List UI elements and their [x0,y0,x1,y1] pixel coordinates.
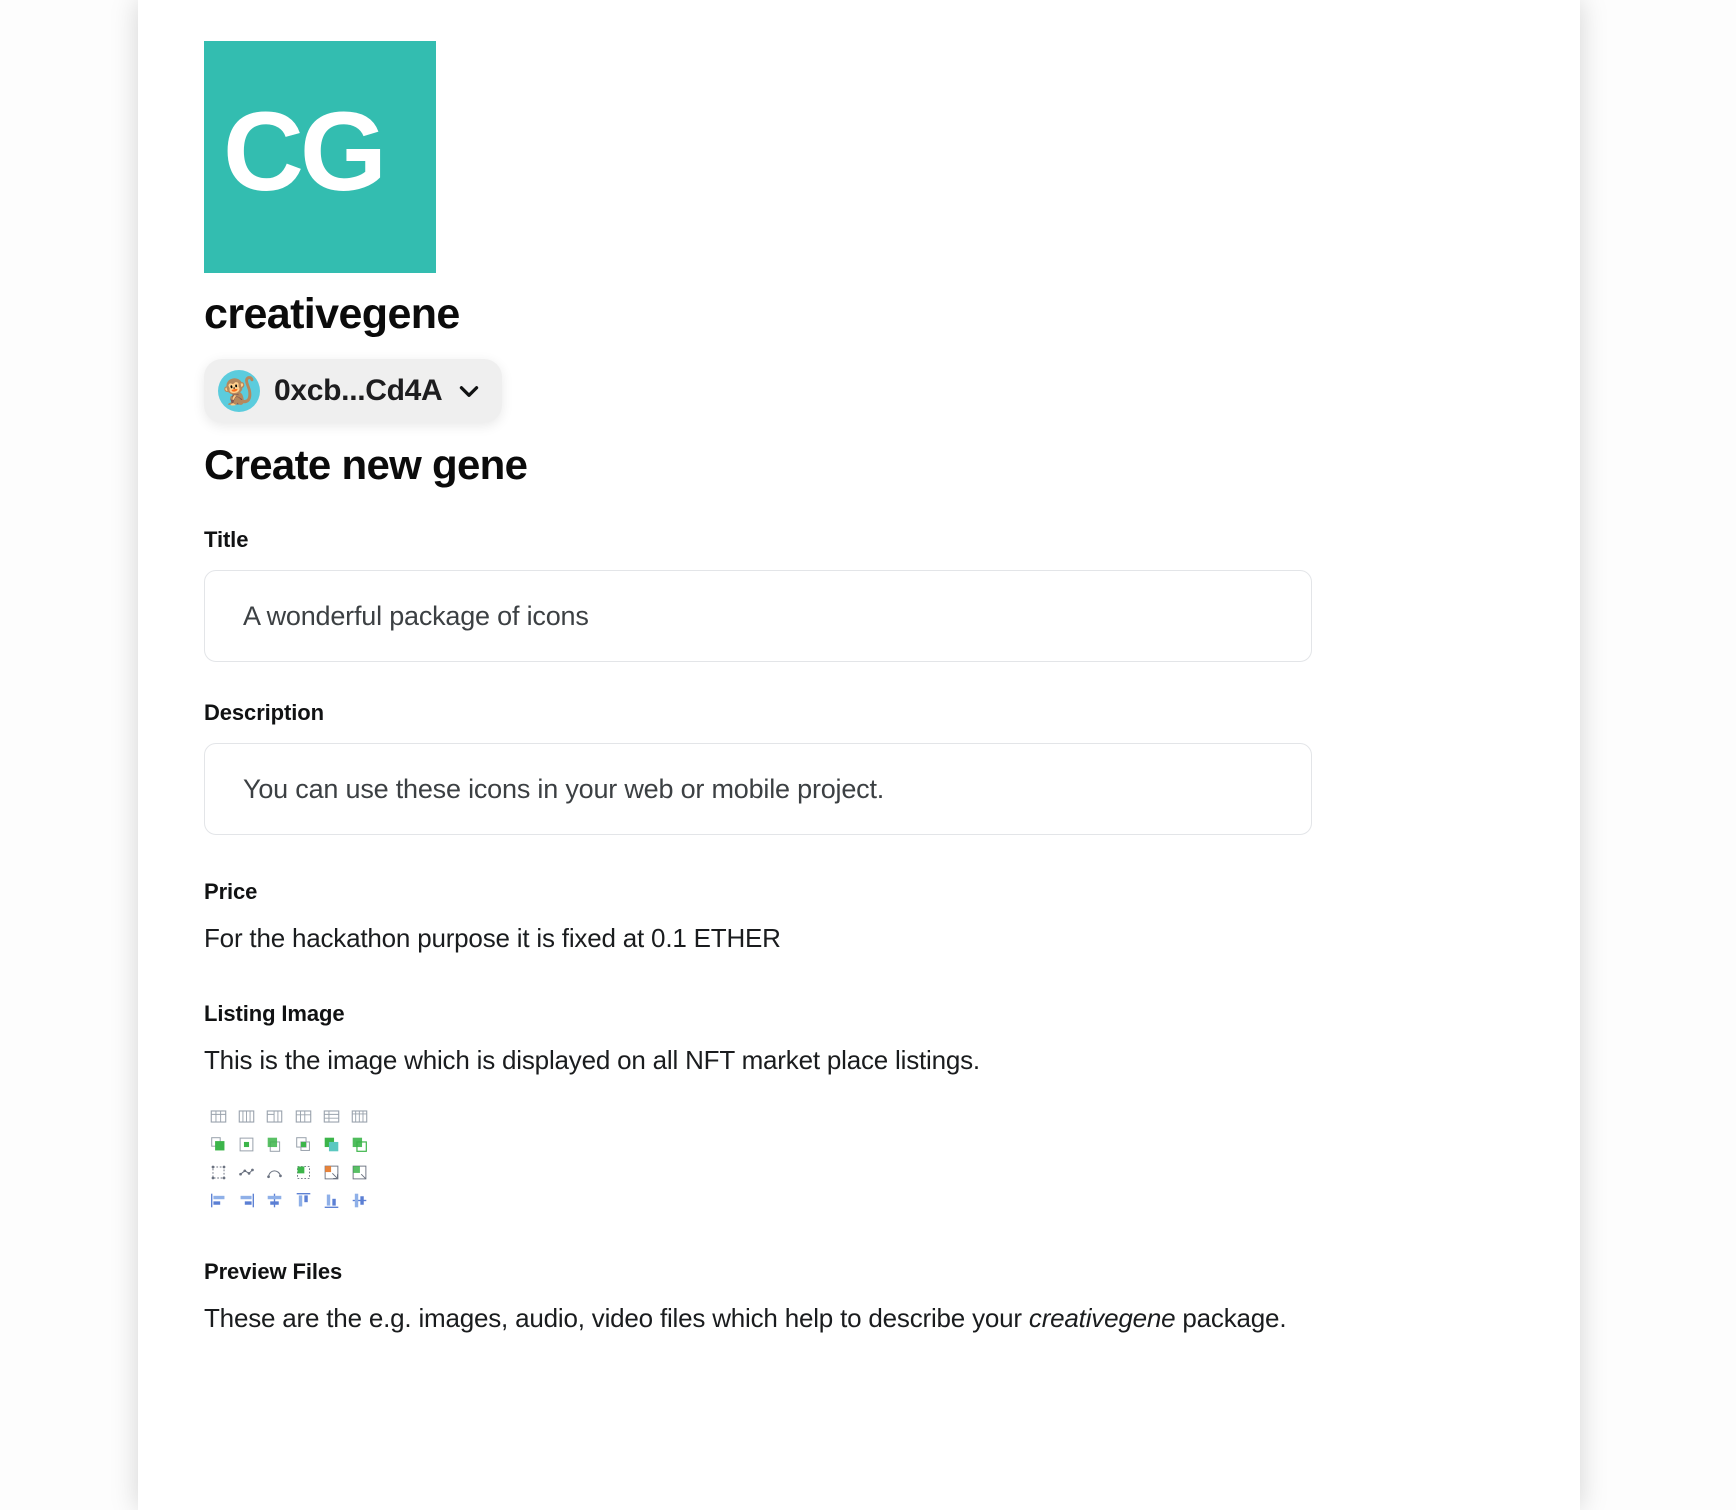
title-field-label: Title [204,527,249,553]
listing-image-thumbnail[interactable] [204,1103,374,1215]
shape-merge-icon [353,1138,368,1153]
align-top-icon [296,1193,310,1207]
dense-grid-icon [352,1110,368,1124]
resize-corner-icon [324,1166,339,1180]
title-input[interactable] [204,570,1312,663]
align-right-icon [240,1194,254,1208]
page-content: CG creativegene 🐒 0xcb...Cd4A Create new… [204,0,1384,1337]
shape-union-icon [210,1137,225,1151]
content-card: CG creativegene 🐒 0xcb...Cd4A Create new… [138,0,1580,1510]
price-section: Price For the hackathon purpose it is fi… [204,879,1384,957]
wallet-account-button[interactable]: 🐒 0xcb...Cd4A [204,359,503,424]
table-rows-icon [323,1110,340,1124]
selection-crop-icon [296,1166,310,1180]
transform-handles-icon [211,1166,226,1180]
align-center-vertical-icon [353,1194,367,1208]
bezier-curve-icon [267,1170,283,1179]
svg-text:CG: CG [225,102,383,212]
brand-name: creativegene [204,290,460,338]
scale-object-icon [352,1166,367,1180]
path-nodes-icon [239,1169,254,1177]
listing-image-section-title: Listing Image [204,1001,345,1027]
grid-layout-icon [295,1110,311,1124]
preview-files-package-name: creativegene [1028,1302,1176,1333]
price-section-title: Price [204,879,258,905]
shape-intersect-icon [239,1138,254,1152]
table-layout-icon [210,1110,226,1124]
monkey-emoji-avatar: 🐒 [218,370,260,413]
listing-image-section-body: This is the image which is displayed on … [204,1045,980,1076]
cg-logo-icon: CG [225,102,387,212]
preview-files-text-after: package. [1175,1302,1287,1333]
price-section-body: For the hackathon purpose it is fixed at… [204,923,781,954]
description-field-group: Description [204,700,1384,836]
page-title: Create new gene [204,441,528,489]
align-left-icon [210,1194,225,1208]
align-bottom-icon [324,1195,339,1209]
chevron-down-icon [460,386,479,398]
shape-overlap-icon [324,1138,339,1152]
description-field-label: Description [204,700,324,726]
align-center-horizontal-icon [268,1194,282,1208]
wallet-address-label: 0xcb...Cd4A [274,374,443,408]
split-layout-icon [267,1110,283,1124]
listing-image-section: Listing Image This is the image which is… [204,1001,1384,1215]
preview-files-section-body: These are the e.g. images, audio, video … [204,1300,1324,1337]
preview-files-section-title: Preview Files [204,1258,343,1284]
shape-exclude-icon [295,1137,310,1152]
preview-files-text-before: These are the e.g. images, audio, video … [204,1302,1029,1333]
brand-logo: CG [204,41,436,273]
shape-subtract-icon [268,1138,281,1153]
preview-files-section: Preview Files These are the e.g. images,… [204,1259,1384,1337]
title-field-group: Title [204,527,1384,663]
description-input[interactable] [204,743,1312,836]
columns-layout-icon [238,1110,255,1124]
